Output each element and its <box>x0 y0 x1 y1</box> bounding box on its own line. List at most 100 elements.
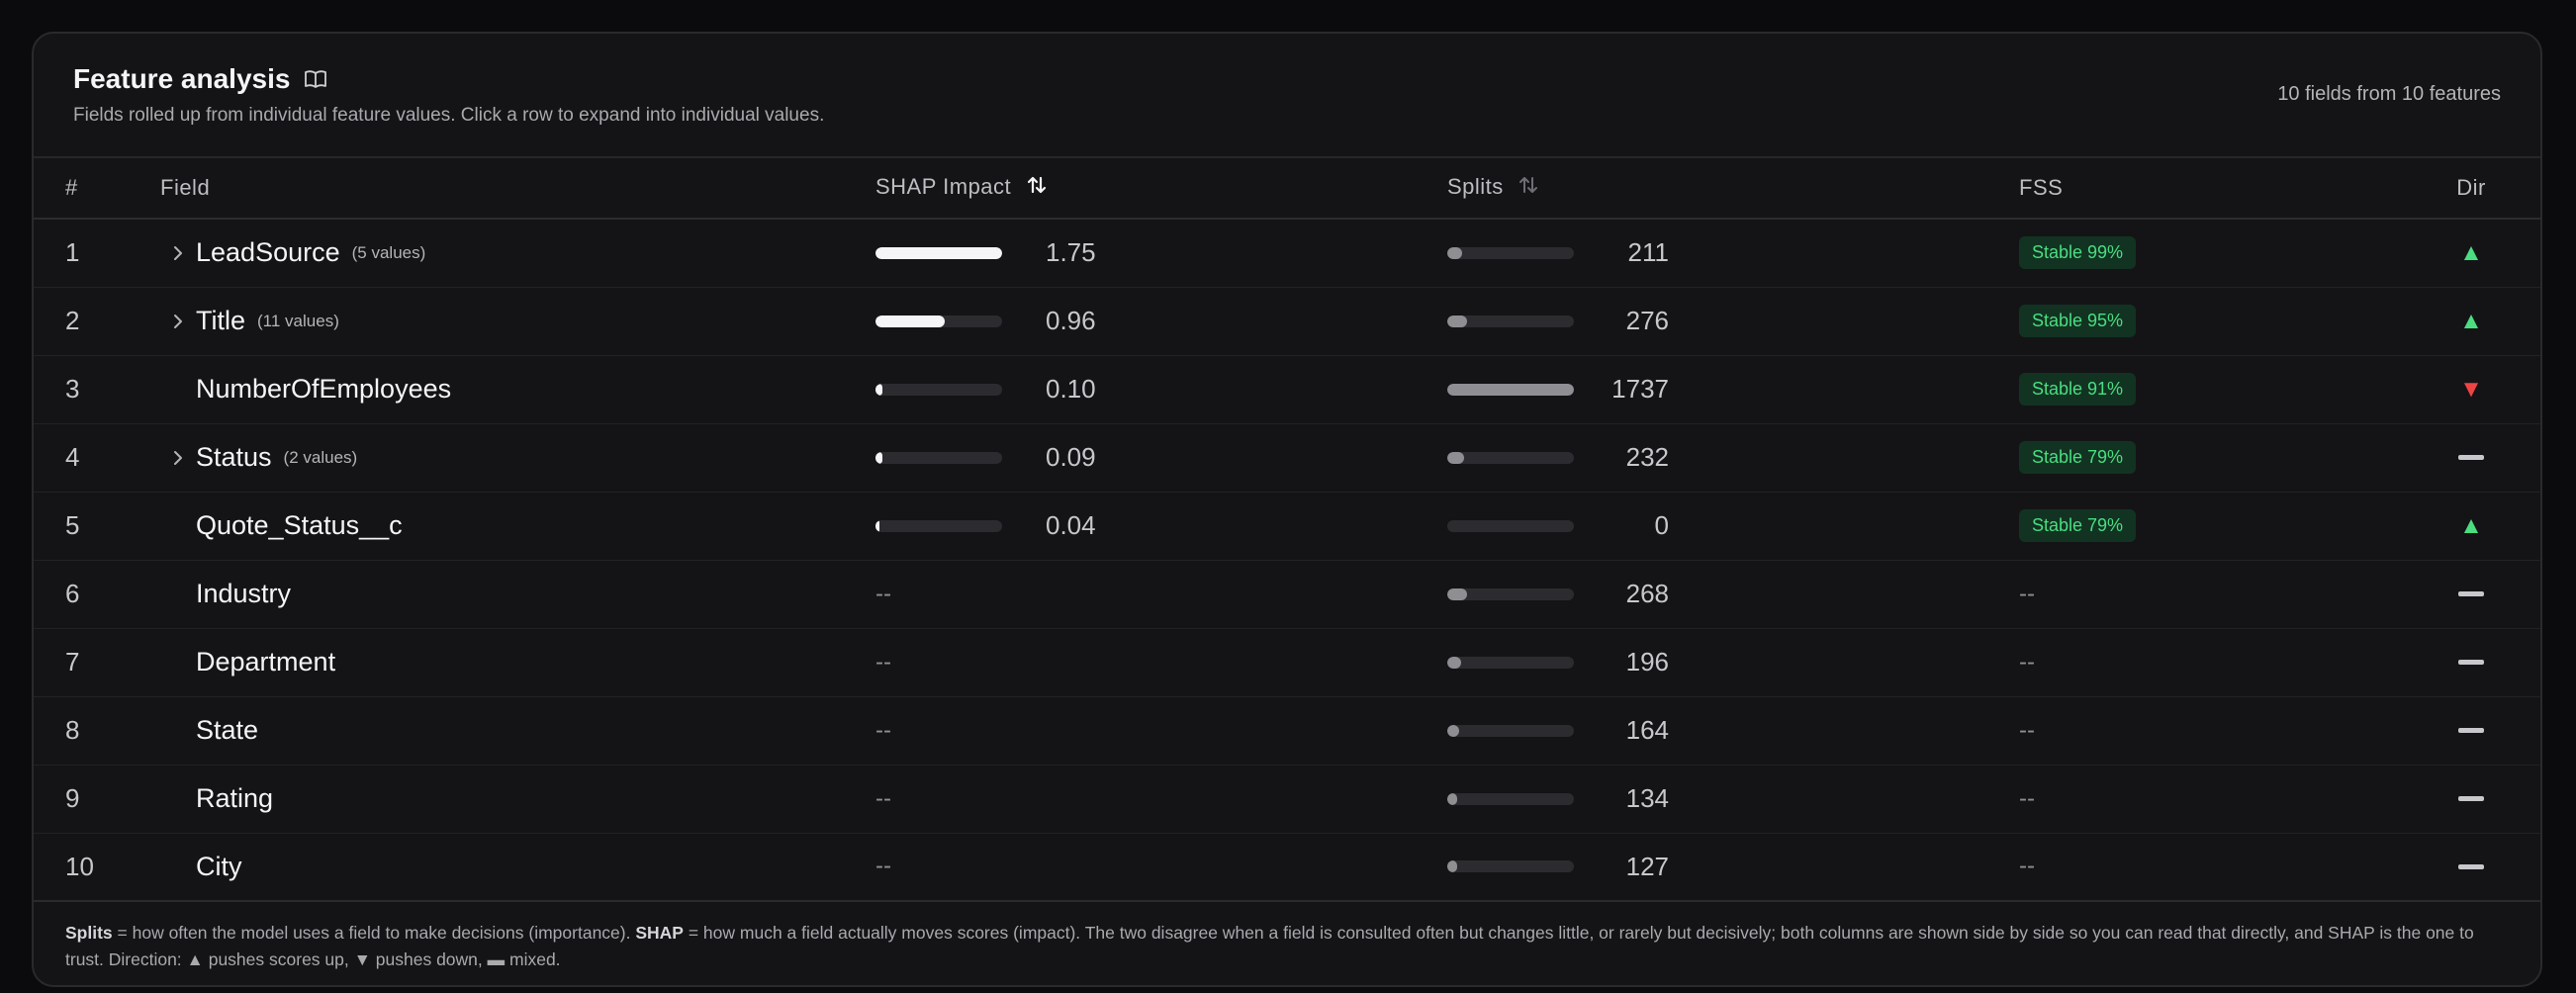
field-cell: City <box>160 833 875 901</box>
footer-splits-term: Splits <box>65 923 113 943</box>
table-row[interactable]: 2 Title (11 values) 0.96 276 Stable 95% ▲ <box>34 287 2540 355</box>
feature-analysis-card: Feature analysis Fields rolled up from i… <box>32 32 2542 987</box>
splits-bar-fill <box>1447 792 1457 805</box>
shap-bar-fill <box>875 246 1002 259</box>
fss-cell: Stable 91% <box>2019 355 2400 423</box>
chevron-right-icon[interactable] <box>160 449 196 467</box>
field-cell: NumberOfEmployees <box>160 355 875 423</box>
splits-cell: 134 <box>1447 765 2019 833</box>
sort-arrows-icon[interactable] <box>1518 174 1539 202</box>
fss-badge: Stable 79% <box>2019 509 2137 542</box>
shap-cell: -- <box>875 833 1447 901</box>
fss-cell: -- <box>2019 833 2400 901</box>
row-index: 9 <box>65 783 80 813</box>
direction-cell <box>2400 833 2540 901</box>
shap-value: -- <box>875 716 891 744</box>
splits-value: 1737 <box>1611 374 1669 404</box>
dash-icon <box>2458 454 2484 460</box>
table-body: 1 LeadSource (5 values) 1.75 211 Stable 99% ▲ 2… <box>34 219 2540 901</box>
shap-bar-track <box>875 315 1002 327</box>
direction-cell <box>2400 628 2540 696</box>
shap-bar-fill <box>875 451 882 464</box>
table-row[interactable]: 3 NumberOfEmployees 0.10 1737 Stable 91% ▼ <box>34 355 2540 423</box>
sort-arrows-icon[interactable] <box>1026 174 1048 202</box>
shap-cell: -- <box>875 628 1447 696</box>
dash-icon <box>2458 727 2484 733</box>
field-name: Quote_Status__c <box>196 510 403 540</box>
column-header-field: Field <box>160 175 211 200</box>
fss-value: -- <box>2019 648 2035 676</box>
field-name: Industry <box>196 579 292 608</box>
splits-bar-track <box>1447 383 1574 396</box>
field-cell: Department <box>160 628 875 696</box>
chevron-right-icon[interactable] <box>160 244 196 262</box>
triangle-up-icon: ▲ <box>2459 511 2483 539</box>
table-row[interactable]: 5 Quote_Status__c 0.04 0 Stable 79% ▲ <box>34 492 2540 560</box>
field-name: Department <box>196 647 336 677</box>
footer-shap-term: SHAP <box>635 923 684 943</box>
splits-bar-fill <box>1447 383 1574 396</box>
chevron-right-icon[interactable] <box>160 313 196 330</box>
direction-cell: ▲ <box>2400 287 2540 355</box>
dash-icon <box>2458 795 2484 801</box>
table-row[interactable]: 1 LeadSource (5 values) 1.75 211 Stable 99% ▲ <box>34 219 2540 287</box>
table-row[interactable]: 8 State -- 164 -- <box>34 696 2540 765</box>
shap-bar-track <box>875 246 1002 259</box>
splits-value: 276 <box>1625 306 1669 335</box>
shap-value: 0.09 <box>1046 442 1096 472</box>
splits-bar-track <box>1447 315 1574 327</box>
shap-value: 1.75 <box>1046 237 1096 268</box>
shap-cell: 0.96 <box>875 287 1447 355</box>
table-row[interactable]: 9 Rating -- 134 -- <box>34 765 2540 833</box>
direction-cell <box>2400 423 2540 492</box>
row-index: 8 <box>65 715 80 745</box>
book-open-icon[interactable] <box>304 69 327 89</box>
row-index: 6 <box>65 579 80 608</box>
shap-cell: -- <box>875 765 1447 833</box>
fields-summary: 10 fields from 10 features <box>2277 83 2501 105</box>
shap-cell: -- <box>875 560 1447 628</box>
splits-bar-track <box>1447 860 1574 873</box>
splits-value: 164 <box>1625 715 1669 745</box>
shap-cell: 0.10 <box>875 355 1447 423</box>
fss-cell: -- <box>2019 560 2400 628</box>
splits-value: 134 <box>1625 783 1669 813</box>
column-header-fss: FSS <box>2019 175 2064 200</box>
table-row[interactable]: 10 City -- 127 -- <box>34 833 2540 901</box>
direction-cell <box>2400 765 2540 833</box>
column-header-shap[interactable]: SHAP Impact <box>875 157 1447 219</box>
direction-cell: ▼ <box>2400 355 2540 423</box>
shap-bar-fill <box>875 315 946 327</box>
direction-cell <box>2400 696 2540 765</box>
row-index: 10 <box>65 851 94 881</box>
title-row: Feature analysis <box>73 63 327 95</box>
shap-bar-fill <box>875 383 883 396</box>
shap-bar-fill <box>875 519 879 532</box>
triangle-up-icon: ▲ <box>2459 307 2483 334</box>
splits-value: 211 <box>1627 237 1669 268</box>
shap-value: -- <box>875 784 891 812</box>
field-cell: Industry <box>160 560 875 628</box>
shap-cell: -- <box>875 696 1447 765</box>
field-cell: LeadSource (5 values) <box>160 219 875 287</box>
table-row[interactable]: 6 Industry -- 268 -- <box>34 560 2540 628</box>
field-name: State <box>196 715 259 745</box>
field-cell: Status (2 values) <box>160 423 875 492</box>
field-name: Status <box>196 442 272 472</box>
row-index: 5 <box>65 510 80 540</box>
footer-splits-definition: = how often the model uses a field to ma… <box>112 923 636 943</box>
shap-cell: 0.04 <box>875 492 1447 560</box>
splits-bar-fill <box>1447 315 1468 327</box>
field-name: Title <box>196 306 246 335</box>
splits-bar-track <box>1447 656 1574 669</box>
column-header-splits-label: Splits <box>1447 173 1504 199</box>
column-header-splits[interactable]: Splits <box>1447 157 2019 219</box>
fss-cell: Stable 79% <box>2019 492 2400 560</box>
shap-value: -- <box>875 648 891 676</box>
splits-value: 232 <box>1625 442 1669 472</box>
table-row[interactable]: 4 Status (2 values) 0.09 232 Stable 79% <box>34 423 2540 492</box>
shap-value: -- <box>875 580 891 607</box>
table-row[interactable]: 7 Department -- 196 -- <box>34 628 2540 696</box>
field-name: NumberOfEmployees <box>196 374 452 404</box>
fss-badge: Stable 91% <box>2019 373 2137 406</box>
